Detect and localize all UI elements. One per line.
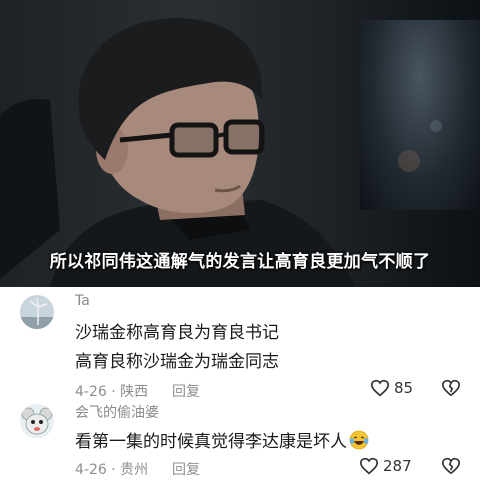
comment-text: 看第一集的时候真觉得李达康是坏人 xyxy=(75,427,369,455)
comment-date: 4-26 xyxy=(75,462,107,478)
heart-icon xyxy=(370,379,390,397)
avatar[interactable] xyxy=(20,404,54,438)
comment-username[interactable]: 会飞的偷油婆 xyxy=(75,402,159,422)
meta-dot: · xyxy=(111,384,116,400)
comment-location: 贵州 xyxy=(120,462,149,478)
dislike-button[interactable] xyxy=(441,379,461,401)
crying-laughing-emoji-icon xyxy=(349,430,369,455)
like-count: 287 xyxy=(383,457,412,475)
like-count: 85 xyxy=(394,379,414,397)
like-button[interactable]: 85 xyxy=(370,379,413,397)
avatar[interactable] xyxy=(20,295,54,329)
reply-button[interactable]: 回复 xyxy=(172,381,200,401)
meta-dot: · xyxy=(111,462,116,478)
like-button[interactable]: 287 xyxy=(359,457,412,475)
comment-text-line: 高育良称沙瑞金为瑞金同志 xyxy=(75,352,279,372)
comment-meta: 4-26 · 贵州 xyxy=(75,459,148,479)
comment-username[interactable]: Ta xyxy=(75,293,90,309)
cartoon-mouse-avatar-icon xyxy=(20,404,54,438)
dislike-button[interactable] xyxy=(441,457,461,479)
heart-icon xyxy=(359,457,379,475)
broken-heart-icon xyxy=(441,379,461,396)
comment-text-line: 看第一集的时候真觉得李达康是坏人 xyxy=(75,432,347,452)
video-subtitle: 所以祁同伟这通解气的发言让高育良更加气不顺了 xyxy=(49,252,431,272)
broken-heart-icon xyxy=(441,457,461,474)
comment-date: 4-26 xyxy=(75,384,107,400)
comment-text-line: 沙瑞金称高育良为育良书记 xyxy=(75,323,279,343)
comment-location: 陕西 xyxy=(120,384,149,400)
comment-meta: 4-26 · 陕西 xyxy=(75,381,148,401)
reply-button[interactable]: 回复 xyxy=(172,459,200,479)
video-frame[interactable]: 所以祁同伟这通解气的发言让高育良更加气不顺了 xyxy=(0,0,480,287)
man-in-car-figure xyxy=(0,18,355,287)
wind-turbine-avatar-icon xyxy=(20,295,54,329)
